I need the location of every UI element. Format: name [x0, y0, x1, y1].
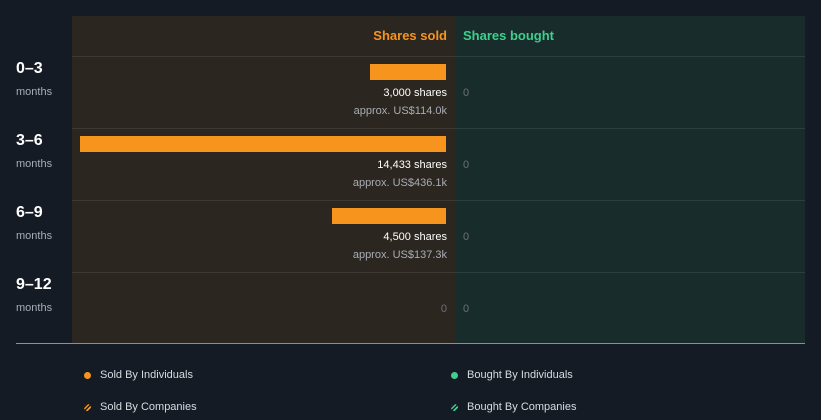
period-label: 0–3 [16, 60, 43, 77]
row-divider [72, 56, 805, 57]
sold-shares-label: 14,433 shares [377, 159, 447, 171]
sold-shares-label: 4,500 shares [383, 231, 447, 243]
shares-sold-header: Shares sold [373, 28, 447, 43]
legend-label: Bought By Individuals [467, 369, 573, 381]
row-divider [72, 272, 805, 273]
sold-value-label: approx. US$114.0k [353, 105, 447, 117]
legend-swatch [84, 371, 91, 379]
legend-swatch [451, 371, 458, 379]
sold-bar [332, 208, 446, 224]
legend-item: Bought By Individuals [451, 369, 573, 381]
period-unit-label: months [16, 158, 53, 170]
legend-item: Sold By Companies [84, 401, 197, 413]
legend-label: Bought By Companies [467, 401, 577, 413]
bought-zero-label: 0 [463, 159, 470, 171]
row-divider [72, 128, 805, 129]
period-unit-label: months [16, 230, 53, 242]
shares-bought-header: Shares bought [463, 28, 555, 43]
legend-label: Sold By Companies [100, 401, 197, 413]
legend-label: Sold By Individuals [100, 369, 193, 381]
period-unit-label: months [16, 302, 53, 314]
sold-bar [80, 136, 446, 152]
bought-zero-label: 0 [463, 231, 470, 243]
bought-zero-label: 0 [463, 87, 470, 99]
chart-baseline [16, 343, 805, 344]
row-divider [72, 200, 805, 201]
legend-hatched-swatch [451, 403, 458, 411]
sold-value-label: approx. US$137.3k [352, 249, 447, 261]
sold-value-label: approx. US$436.1k [352, 177, 447, 189]
legend-item: Bought By Companies [451, 401, 576, 413]
period-label: 3–6 [16, 132, 43, 149]
legend-item: Sold By Individuals [84, 369, 193, 381]
sold-zero-label: 0 [440, 303, 447, 315]
sold-shares-label: 3,000 shares [383, 87, 447, 99]
shares-bought-panel: Shares bought [455, 16, 805, 343]
legend-hatched-swatch [84, 403, 91, 411]
period-label: 6–9 [16, 204, 43, 221]
sold-bar [370, 64, 446, 80]
bought-zero-label: 0 [463, 303, 470, 315]
period-unit-label: months [16, 86, 53, 98]
period-label: 9–12 [16, 276, 52, 293]
